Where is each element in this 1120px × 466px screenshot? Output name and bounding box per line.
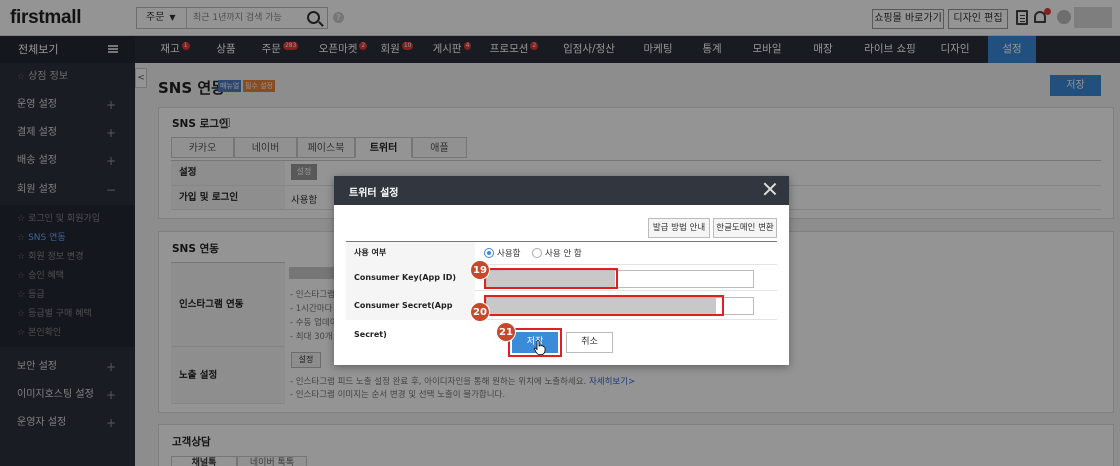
key-label: Consumer Key(App ID) [346, 265, 475, 291]
app: firstmall 주문 ▼ 최근 1년까지 검색 가능 ? 쇼핑몰 바로가기 디… [0, 0, 1120, 466]
highlight-box-key [484, 268, 618, 289]
radio-use-off-label[interactable]: 사용 안 함 [545, 247, 582, 259]
radio-use-on-label[interactable]: 사용함 [497, 247, 520, 259]
use-label: 사용 여부 [346, 242, 475, 265]
modal-header [334, 176, 789, 205]
step-badge-19: 19 [470, 260, 490, 280]
highlight-box-secret [484, 295, 724, 316]
modal-title: 트위터 설정 [349, 188, 399, 199]
issue-guide-button[interactable]: 발급 방법 안내 [648, 218, 710, 238]
secret-label: Consumer Secret(App Secret) [346, 291, 475, 339]
hand-cursor-icon [534, 340, 546, 355]
close-icon[interactable] [762, 181, 778, 197]
modal-cancel-button[interactable]: 취소 [566, 332, 613, 353]
domain-convert-button[interactable]: 한글도메인 변환 [713, 218, 777, 238]
radio-use-off[interactable] [532, 248, 542, 258]
radio-use-on[interactable] [484, 248, 494, 258]
step-badge-21: 21 [496, 322, 516, 342]
step-badge-20: 20 [470, 302, 490, 322]
